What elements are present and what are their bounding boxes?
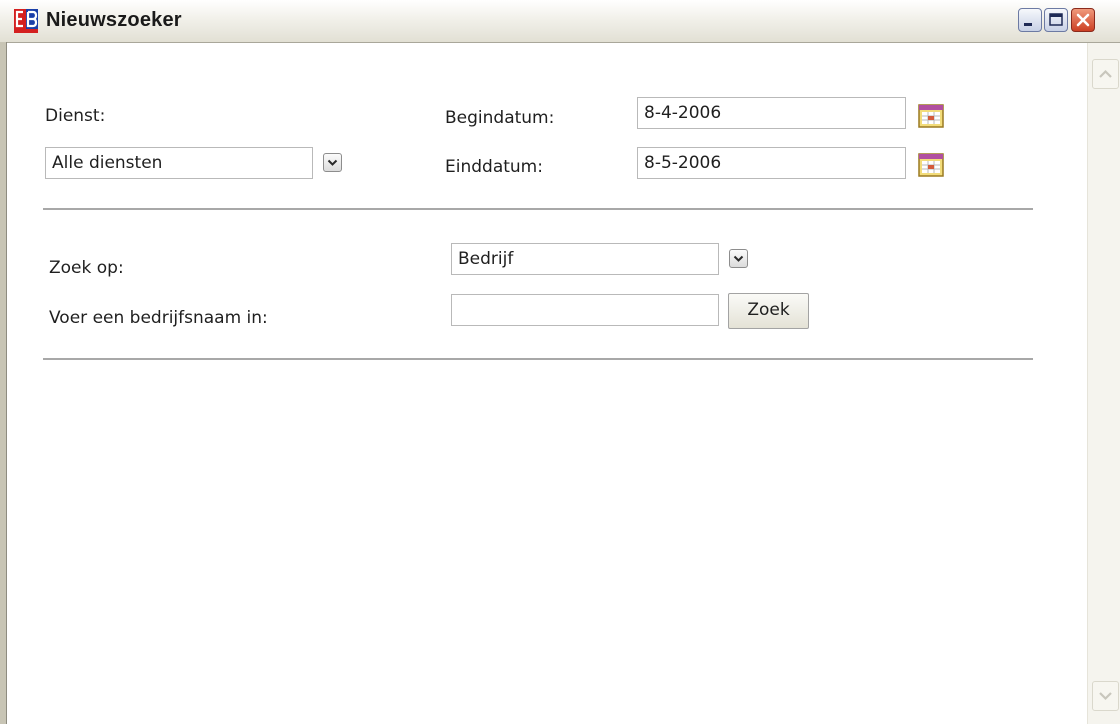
maximize-icon <box>1049 13 1063 26</box>
vertical-scrollbar[interactable] <box>1087 43 1120 724</box>
chevron-down-icon <box>733 255 744 262</box>
window-title: Nieuwszoeker <box>46 9 182 31</box>
dienst-dropdown-button[interactable] <box>323 153 342 172</box>
content-area: Dienst: Alle diensten Begindatum: 8-4-20… <box>7 43 1087 724</box>
arrow-up-icon <box>1099 69 1112 78</box>
bedrijfsnaam-input[interactable] <box>451 294 719 326</box>
divider-top <box>43 208 1033 210</box>
minimize-icon <box>1024 23 1032 26</box>
eb-logo-icon <box>14 9 38 33</box>
maximize-button[interactable] <box>1044 8 1068 32</box>
divider-bottom <box>43 358 1033 360</box>
dienst-label: Dienst: <box>45 106 106 126</box>
minimize-button[interactable] <box>1018 8 1042 32</box>
chevron-down-icon <box>327 159 338 166</box>
title-bar[interactable]: Nieuwszoeker <box>0 0 1120 43</box>
app-window: Nieuwszoeker Dienst: Alle diensten Begin… <box>0 0 1120 724</box>
zoek-button[interactable]: Zoek <box>728 293 809 329</box>
scroll-down-button[interactable] <box>1092 681 1119 711</box>
begindatum-field[interactable]: 8-4-2006 <box>637 97 906 129</box>
einddatum-calendar-icon[interactable] <box>918 153 944 177</box>
close-icon <box>1076 13 1090 27</box>
window-frame-left <box>0 42 7 724</box>
close-button[interactable] <box>1071 8 1095 32</box>
einddatum-field[interactable]: 8-5-2006 <box>637 147 906 179</box>
begindatum-calendar-icon[interactable] <box>918 104 944 128</box>
zoek-op-label: Zoek op: <box>49 258 124 278</box>
zoek-op-dropdown-button[interactable] <box>729 249 748 268</box>
arrow-down-icon <box>1099 692 1112 701</box>
begindatum-label: Begindatum: <box>445 108 555 128</box>
dienst-select[interactable]: Alle diensten <box>45 147 313 179</box>
einddatum-label: Einddatum: <box>445 157 543 177</box>
zoek-op-select[interactable]: Bedrijf <box>451 243 719 275</box>
bedrijfsnaam-label: Voer een bedrijfsnaam in: <box>49 308 268 328</box>
scroll-up-button[interactable] <box>1092 59 1119 89</box>
